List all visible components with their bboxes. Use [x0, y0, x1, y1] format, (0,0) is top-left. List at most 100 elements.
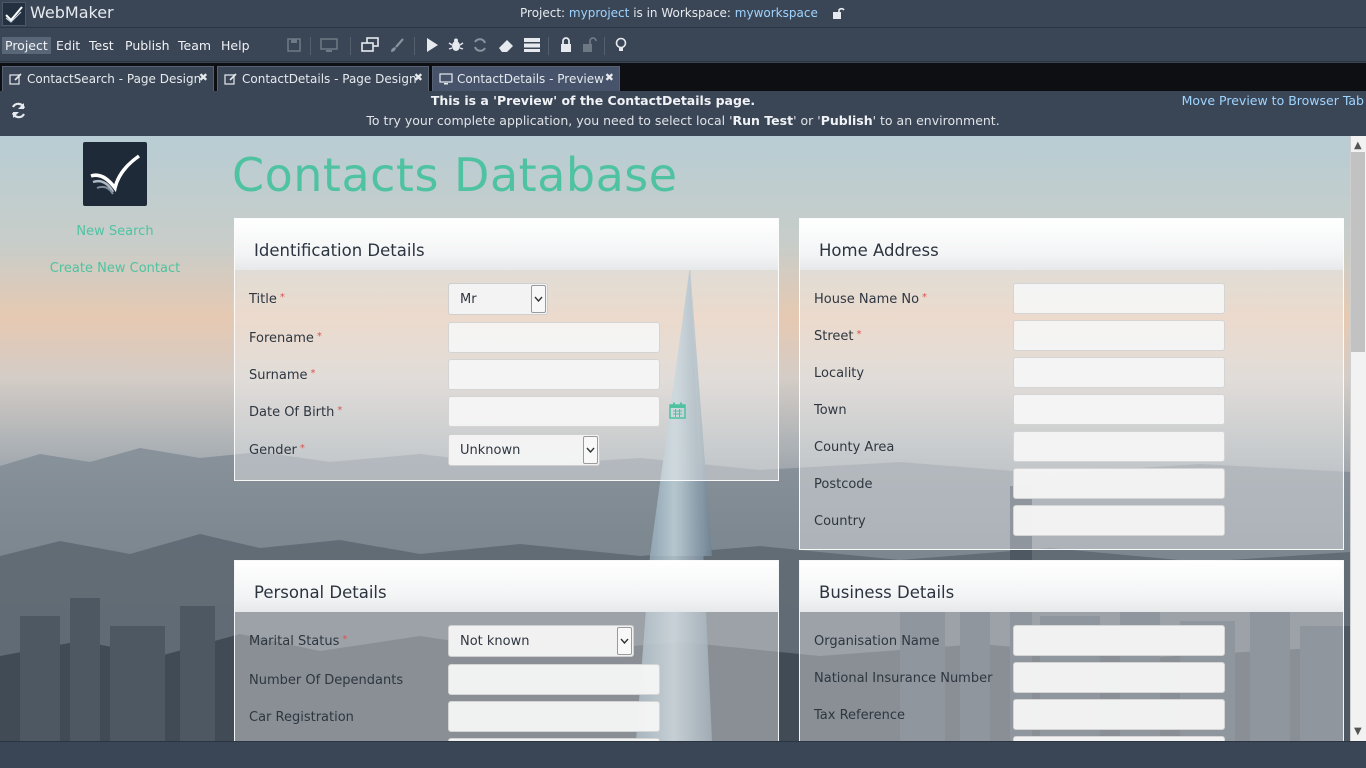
marital-status-label: Marital Status * — [249, 634, 348, 649]
app-logo-icon — [2, 2, 26, 26]
panel-title: Home Address — [819, 241, 939, 260]
house-name-no-input[interactable] — [1013, 283, 1225, 314]
locality-input[interactable] — [1013, 357, 1225, 388]
chevron-down-icon[interactable] — [583, 436, 598, 464]
editor-tab-bar: ContactSearch - Page Design ✖ ContactDet… — [0, 63, 1366, 91]
server-icon[interactable] — [523, 37, 541, 55]
lightbulb-icon[interactable] — [614, 37, 632, 55]
title-label: Title * — [249, 292, 285, 307]
title-bar: WebMaker Project: myproject is in Worksp… — [0, 0, 1366, 28]
gender-select[interactable]: Unknown — [448, 434, 600, 466]
menu-edit[interactable]: Edit — [53, 37, 83, 54]
menu-bar: Project Edit Test Publish Team Help — [0, 29, 1366, 62]
country-input[interactable] — [1013, 505, 1225, 536]
workspace-mid: is in Workspace: — [629, 6, 735, 20]
house-name-no-label: House Name No * — [814, 292, 928, 307]
app-name: WebMaker — [30, 3, 114, 22]
close-icon[interactable]: ✖ — [605, 71, 614, 84]
lock-icon[interactable] — [559, 37, 577, 55]
monitor-icon — [439, 73, 453, 85]
page-title: Contacts Database — [232, 148, 678, 202]
calendar-icon[interactable] — [669, 402, 686, 423]
page-preview: New Search Create New Contact Contacts D… — [0, 136, 1350, 741]
close-icon[interactable]: ✖ — [199, 71, 208, 84]
street-input[interactable] — [1013, 320, 1225, 351]
sync-icon[interactable] — [472, 37, 490, 55]
panel-title: Identification Details — [254, 241, 425, 260]
preview-notice: This is a 'Preview' of the ContactDetail… — [430, 93, 756, 108]
identification-details-panel: Identification Details Title * Mr Forenam… — [234, 218, 779, 481]
county-area-label: County Area — [814, 440, 895, 455]
unlock-icon[interactable] — [832, 7, 845, 22]
tab-contactsearch-design[interactable]: ContactSearch - Page Design ✖ — [2, 66, 214, 91]
project-link[interactable]: myproject — [569, 6, 629, 20]
menu-team[interactable]: Team — [175, 37, 214, 54]
locality-label: Locality — [814, 366, 865, 381]
surname-label: Surname * — [249, 368, 316, 383]
tab-contactdetails-design[interactable]: ContactDetails - Page Design ✖ — [217, 66, 429, 91]
menu-test[interactable]: Test — [86, 37, 117, 54]
chevron-down-icon[interactable] — [531, 285, 546, 313]
national-insurance-number-label: National Insurance Number — [814, 671, 993, 686]
preview-instructions: To try your complete application, you ne… — [0, 113, 1366, 128]
gender-select-value: Unknown — [460, 443, 521, 458]
tax-reference-label: Tax Reference — [814, 708, 906, 723]
county-area-input[interactable] — [1013, 431, 1225, 462]
surname-input[interactable] — [448, 359, 660, 390]
title-select[interactable]: Mr — [448, 283, 548, 315]
site-logo[interactable] — [83, 142, 147, 206]
postcode-input[interactable] — [1013, 468, 1225, 499]
scrollbar-thumb[interactable] — [1351, 152, 1365, 352]
instructions-text: To try your complete application, you ne… — [366, 113, 733, 128]
run-icon[interactable] — [425, 37, 443, 55]
move-preview-link[interactable]: Move Preview to Browser Tab — [1182, 93, 1364, 108]
car-registration-input[interactable] — [448, 701, 660, 732]
unlock-icon[interactable] — [582, 37, 600, 55]
number-of-dependants-input[interactable] — [448, 664, 660, 695]
brush-icon[interactable] — [389, 37, 407, 55]
menu-publish[interactable]: Publish — [122, 37, 173, 54]
panel-title: Business Details — [819, 583, 955, 602]
workspace-info: Project: myproject is in Workspace: mywo… — [520, 6, 845, 22]
tab-contactdetails-preview[interactable]: ContactDetails - Preview ✖ — [432, 66, 620, 91]
toolbar-divider — [548, 37, 549, 55]
panel-title: Personal Details — [254, 583, 387, 602]
debug-icon[interactable] — [448, 37, 466, 55]
eraser-icon[interactable] — [497, 37, 515, 55]
scroll-up-arrow-icon[interactable]: ▲ — [1354, 140, 1362, 151]
close-icon[interactable]: ✖ — [414, 71, 423, 84]
publish-text: Publish — [820, 113, 873, 128]
new-search-link[interactable]: New Search — [0, 224, 230, 239]
national-insurance-number-input[interactable] — [1013, 662, 1225, 693]
business-details-panel: Business Details Organisation Name Natio… — [799, 560, 1344, 741]
gender-label: Gender * — [249, 443, 305, 458]
scroll-down-arrow-icon[interactable]: ▼ — [1354, 726, 1362, 737]
menu-project[interactable]: Project — [2, 37, 51, 54]
home-address-panel: Home Address House Name No * Street * Loca… — [799, 218, 1344, 550]
workspace-link[interactable]: myworkspace — [735, 6, 818, 20]
personal-details-panel: Personal Details Marital Status * Not kno… — [234, 560, 779, 741]
create-new-contact-link[interactable]: Create New Contact — [0, 261, 230, 276]
instructions-text: ' or ' — [793, 113, 821, 128]
toolbar-divider — [310, 37, 311, 55]
instructions-text: ' to an environment. — [872, 113, 1000, 128]
organisation-name-input[interactable] — [1013, 625, 1225, 656]
chevron-down-icon[interactable] — [617, 627, 632, 655]
forename-input[interactable] — [448, 322, 660, 353]
monitor-icon[interactable] — [320, 37, 338, 55]
tax-reference-input[interactable] — [1013, 699, 1225, 730]
postcode-label: Postcode — [814, 477, 873, 492]
town-input[interactable] — [1013, 394, 1225, 425]
windows-icon[interactable] — [361, 37, 379, 55]
title-select-value: Mr — [460, 292, 477, 307]
toolbar-divider — [414, 37, 415, 55]
marital-status-select[interactable]: Not known — [448, 625, 634, 657]
organisation-name-label: Organisation Name — [814, 634, 940, 649]
town-label: Town — [814, 403, 847, 418]
toolbar-divider — [604, 37, 605, 55]
date-of-birth-input[interactable] — [448, 396, 660, 427]
preview-banner: This is a 'Preview' of the ContactDetail… — [0, 91, 1366, 136]
save-icon[interactable] — [286, 37, 304, 55]
menu-help[interactable]: Help — [218, 37, 253, 54]
toolbar-divider — [350, 37, 351, 55]
